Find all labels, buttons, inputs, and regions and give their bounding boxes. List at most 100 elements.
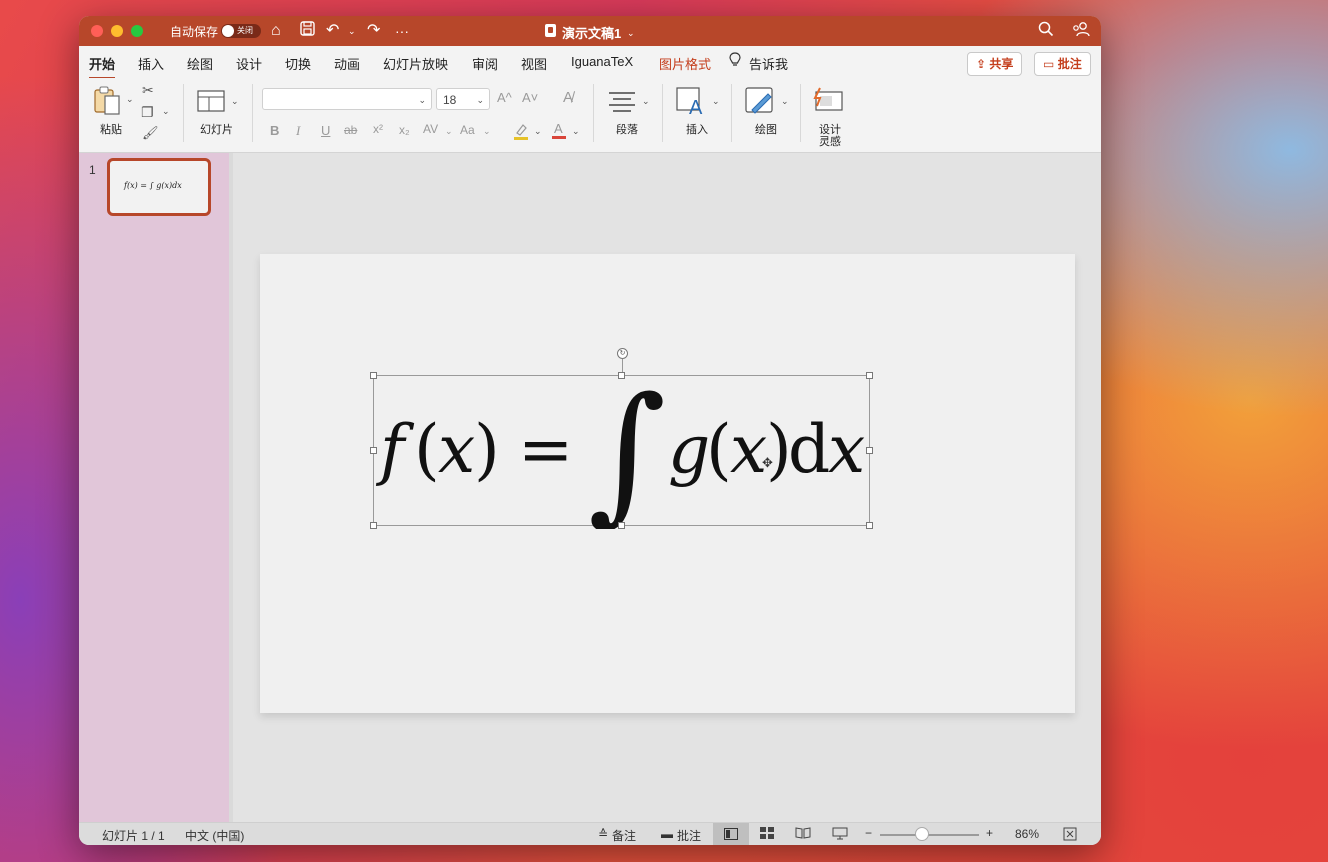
rotate-handle-icon[interactable]: ↻ <box>617 348 628 359</box>
grow-font-icon[interactable]: A^ <box>497 90 512 105</box>
tab-transitions[interactable]: 切换 <box>285 54 311 73</box>
close-window-button[interactable] <box>91 25 103 37</box>
undo-dropdown-chevron-icon[interactable]: ⌄ <box>348 21 356 41</box>
subscript-button[interactable]: x₂ <box>399 123 410 137</box>
document-title[interactable]: 演示文稿1 <box>562 23 621 42</box>
home-icon[interactable]: ⌂ <box>271 21 281 41</box>
undo-icon[interactable]: ↶ <box>326 21 339 41</box>
highlight-chevron-icon[interactable]: ⌄ <box>534 126 542 137</box>
tab-view[interactable]: 视图 <box>521 54 547 73</box>
change-case-button[interactable]: Aa <box>460 123 475 137</box>
resize-handle-bottom-right[interactable] <box>866 522 873 529</box>
format-painter-icon[interactable]: 🖌 <box>142 125 159 141</box>
insert-chevron-icon[interactable]: ⌄ <box>712 96 720 107</box>
zoom-in-button[interactable]: + <box>986 826 993 840</box>
share-button[interactable]: ⇪ 共享 <box>967 52 1023 76</box>
slideshow-view-icon[interactable] <box>832 827 848 843</box>
search-icon[interactable] <box>1038 21 1054 43</box>
insert-textbox-icon[interactable]: A <box>675 86 707 121</box>
resize-handle-top[interactable] <box>618 372 625 379</box>
comments-status-button[interactable]: 批注 <box>677 827 701 844</box>
bold-button[interactable]: B <box>270 123 279 138</box>
underline-button[interactable]: U <box>321 123 330 138</box>
tab-draw[interactable]: 绘图 <box>187 54 213 73</box>
fit-to-window-icon[interactable] <box>1063 827 1077 844</box>
font-size-chevron-icon: ⌄ <box>476 95 484 105</box>
zoom-slider-track[interactable] <box>880 834 979 836</box>
title-bar: 自动保存 关闭 ⌂ ↶ ⌄ ↷ ··· 演示文稿1 ⌄ <box>79 16 1101 46</box>
autosave-toggle[interactable]: 关闭 <box>221 24 261 38</box>
tab-tell-me[interactable]: 告诉我 <box>749 54 788 73</box>
comments-status-icon[interactable]: ▬ <box>661 827 673 841</box>
thumbnail-equation-text: f(x) = ∫ g(x)dx <box>123 181 182 190</box>
copy-icon[interactable]: ❐ <box>141 104 154 121</box>
design-ideas-icon[interactable] <box>812 86 844 121</box>
copy-dropdown-chevron-icon[interactable]: ⌄ <box>162 106 170 117</box>
equation-picture[interactable]: ↻ f ( x ) = ∫ g ( x ) d x ✥ <box>370 348 873 529</box>
spacing-chevron-icon[interactable]: ⌄ <box>445 126 453 137</box>
tab-review[interactable]: 审阅 <box>472 54 498 73</box>
slide-canvas[interactable]: ↻ f ( x ) = ∫ g ( x ) d x ✥ <box>260 254 1075 713</box>
paragraph-chevron-icon[interactable]: ⌄ <box>642 96 650 107</box>
zoom-slider-knob[interactable] <box>915 827 929 841</box>
draw-chevron-icon[interactable]: ⌄ <box>781 96 789 107</box>
cut-icon[interactable]: ✂ <box>142 82 154 99</box>
clear-format-icon[interactable]: A̸ <box>563 89 573 106</box>
font-color-icon[interactable]: A <box>551 120 567 145</box>
language-indicator[interactable]: 中文 (中国) <box>185 827 244 844</box>
strikethrough-button[interactable]: ab <box>344 123 357 137</box>
redo-icon[interactable]: ↷ <box>367 21 380 41</box>
tab-home[interactable]: 开始 <box>89 54 116 80</box>
paragraph-icon[interactable] <box>607 90 637 117</box>
equation-render: f ( x ) = ∫ g ( x ) d x <box>375 374 865 529</box>
slide-sorter-view-icon[interactable] <box>760 827 774 842</box>
minimize-window-button[interactable] <box>111 25 123 37</box>
zoom-level[interactable]: 86% <box>1015 827 1039 841</box>
divider <box>662 84 663 142</box>
slide-number: 1 <box>89 163 96 177</box>
slide-count: 幻灯片 1 / 1 <box>102 829 165 843</box>
font-size-combo[interactable]: 18 ⌄ <box>436 88 490 110</box>
highlight-icon[interactable] <box>513 122 529 145</box>
reading-view-icon[interactable] <box>795 827 811 842</box>
slide-layout-icon[interactable] <box>197 90 225 117</box>
tab-animations[interactable]: 动画 <box>334 54 360 73</box>
resize-handle-left[interactable] <box>370 447 377 454</box>
tab-iguanatex[interactable]: IguanaTeX <box>571 54 633 69</box>
resize-handle-bottom-left[interactable] <box>370 522 377 529</box>
move-cursor-icon: ✥ <box>762 455 773 470</box>
normal-view-button[interactable] <box>713 823 749 845</box>
character-spacing-button[interactable]: AV <box>423 122 438 136</box>
save-icon[interactable] <box>300 21 315 41</box>
paste-icon[interactable] <box>93 86 123 121</box>
notes-button[interactable]: 备注 <box>612 827 636 844</box>
italic-button[interactable]: I <box>296 123 300 139</box>
tab-picture-format[interactable]: 图片格式 <box>659 54 711 73</box>
share-people-icon[interactable] <box>1072 21 1090 43</box>
resize-handle-top-right[interactable] <box>866 372 873 379</box>
resize-handle-bottom[interactable] <box>618 522 625 529</box>
comments-button[interactable]: ▭ 批注 <box>1034 52 1091 76</box>
eq-g: g <box>668 411 710 488</box>
tab-insert[interactable]: 插入 <box>138 54 164 73</box>
superscript-button[interactable]: x² <box>373 122 383 136</box>
slide-thumbnail[interactable]: f(x) = ∫ g(x)dx <box>107 158 211 216</box>
tab-slideshow[interactable]: 幻灯片放映 <box>383 54 448 73</box>
tab-design[interactable]: 设计 <box>236 54 262 73</box>
slide-thumbnail-pane: 1 f(x) = ∫ g(x)dx <box>79 153 233 822</box>
more-icon[interactable]: ··· <box>395 21 409 41</box>
paste-label: 粘贴 <box>100 124 122 136</box>
case-chevron-icon[interactable]: ⌄ <box>483 126 491 137</box>
font-name-combo[interactable]: ⌄ <box>262 88 432 110</box>
maximize-window-button[interactable] <box>131 25 143 37</box>
paste-dropdown-chevron-icon[interactable]: ⌄ <box>126 94 134 105</box>
font-color-chevron-icon[interactable]: ⌄ <box>572 126 580 137</box>
shrink-font-icon[interactable]: A˅ <box>522 90 538 105</box>
resize-handle-top-left[interactable] <box>370 372 377 379</box>
resize-handle-right[interactable] <box>866 447 873 454</box>
draw-shape-icon[interactable] <box>744 86 776 121</box>
title-chevron-icon[interactable]: ⌄ <box>627 23 635 43</box>
notes-icon[interactable]: ≙ <box>598 827 608 841</box>
zoom-out-button[interactable]: − <box>865 826 872 840</box>
slide-dropdown-chevron-icon[interactable]: ⌄ <box>231 96 239 107</box>
